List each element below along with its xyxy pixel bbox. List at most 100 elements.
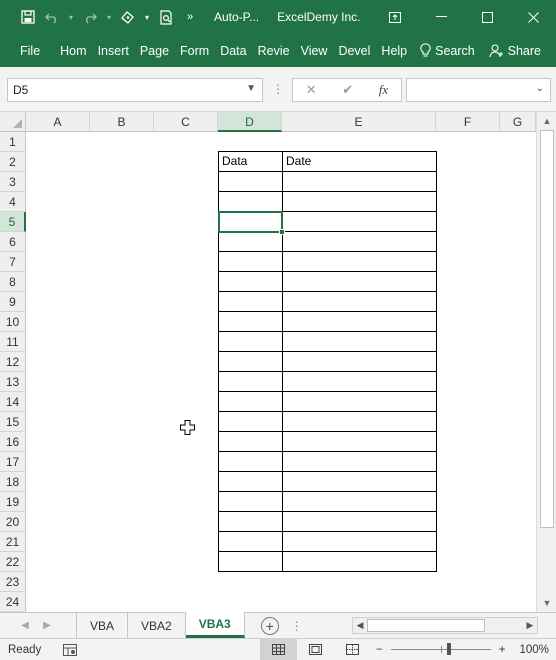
row-header-2[interactable]: 2: [0, 152, 26, 172]
minimize-icon[interactable]: [418, 0, 464, 34]
row-header-10[interactable]: 10: [0, 312, 26, 332]
column-header-a[interactable]: A: [26, 112, 90, 132]
table-cell-e11[interactable]: [282, 331, 437, 352]
table-cell-e17[interactable]: [282, 451, 437, 472]
search-button[interactable]: Search: [415, 34, 481, 67]
tab-page-layout[interactable]: Page: [135, 34, 175, 67]
table-cell-e19[interactable]: [282, 491, 437, 512]
page-layout-view-icon[interactable]: [297, 639, 334, 660]
row-header-1[interactable]: 1: [0, 132, 26, 152]
row-header-19[interactable]: 19: [0, 492, 26, 512]
table-cell-e13[interactable]: [282, 371, 437, 392]
table-cell-e5[interactable]: [282, 211, 437, 232]
expand-formula-bar-icon[interactable]: ⌄: [536, 83, 544, 94]
row-header-15[interactable]: 15: [0, 412, 26, 432]
table-cell-e18[interactable]: [282, 471, 437, 492]
add-sheet-icon[interactable]: +: [260, 616, 279, 635]
macro-recording-icon[interactable]: [63, 643, 78, 656]
redo-icon[interactable]: [80, 6, 100, 28]
row-header-20[interactable]: 20: [0, 512, 26, 532]
scroll-down-icon[interactable]: ▼: [541, 597, 553, 609]
table-cell-d6[interactable]: [218, 231, 283, 252]
row-header-18[interactable]: 18: [0, 472, 26, 492]
table-cell-e9[interactable]: [282, 291, 437, 312]
sheet-tab-vba3[interactable]: VBA3: [185, 612, 245, 638]
table-cell-d4[interactable]: [218, 191, 283, 212]
table-cell-e22[interactable]: [282, 551, 437, 572]
enter-icon[interactable]: ✔: [342, 82, 353, 98]
page-break-preview-icon[interactable]: [334, 639, 371, 660]
name-box[interactable]: D5 ▼: [7, 78, 263, 102]
chevron-down-icon[interactable]: ▼: [246, 83, 256, 94]
table-cell-e8[interactable]: [282, 271, 437, 292]
table-cell-e10[interactable]: [282, 311, 437, 332]
vertical-scroll-thumb[interactable]: [540, 130, 554, 528]
redo-dropdown-icon[interactable]: ▾: [104, 6, 114, 28]
sheet-tab-vba[interactable]: VBA: [76, 613, 129, 638]
fill-handle[interactable]: [279, 229, 285, 235]
table-cell-d12[interactable]: [218, 351, 283, 372]
tab-home[interactable]: Hom: [55, 34, 92, 67]
column-header-e[interactable]: E: [282, 112, 436, 132]
column-header-f[interactable]: F: [436, 112, 500, 132]
active-cell-d5[interactable]: [218, 211, 285, 235]
table-cell-d9[interactable]: [218, 291, 283, 312]
next-sheet-icon[interactable]: ▶: [36, 620, 58, 631]
table-cell-d14[interactable]: [218, 391, 283, 412]
formula-input[interactable]: ⌄: [406, 78, 551, 102]
table-header-date[interactable]: Date: [282, 151, 437, 172]
table-cell-e12[interactable]: [282, 351, 437, 372]
prev-sheet-icon[interactable]: ◀: [14, 620, 36, 631]
row-header-22[interactable]: 22: [0, 552, 26, 572]
column-header-g[interactable]: G: [500, 112, 536, 132]
table-cell-e4[interactable]: [282, 191, 437, 212]
column-header-c[interactable]: C: [154, 112, 218, 132]
zoom-in-icon[interactable]: +: [499, 644, 506, 656]
tab-review[interactable]: Revie: [253, 34, 296, 67]
share-button[interactable]: Share: [484, 34, 556, 67]
table-header-data[interactable]: Data: [218, 151, 283, 172]
undo-icon[interactable]: [42, 6, 62, 28]
close-icon[interactable]: [510, 0, 556, 34]
table-cell-d19[interactable]: [218, 491, 283, 512]
normal-view-icon[interactable]: [260, 639, 297, 660]
column-header-d[interactable]: D: [218, 112, 282, 132]
cancel-icon[interactable]: ✕: [306, 82, 317, 98]
row-header-12[interactable]: 12: [0, 352, 26, 372]
worksheet-grid[interactable]: A B C D E F G 1 2 3 4 5 6 7 8 9 10 11 12 13 14 15 16 17 1…: [0, 112, 556, 612]
table-cell-e21[interactable]: [282, 531, 437, 552]
insert-function-icon[interactable]: fx: [379, 82, 388, 98]
table-cell-d21[interactable]: [218, 531, 283, 552]
table-cell-e7[interactable]: [282, 251, 437, 272]
ribbon-display-options-icon[interactable]: [372, 0, 418, 34]
table-cell-e20[interactable]: [282, 511, 437, 532]
tab-developer[interactable]: Devel: [333, 34, 376, 67]
table-cell-d22[interactable]: [218, 551, 283, 572]
column-header-b[interactable]: B: [90, 112, 154, 132]
scroll-up-icon[interactable]: ▲: [541, 115, 553, 127]
row-header-3[interactable]: 3: [0, 172, 26, 192]
zoom-level[interactable]: 100%: [519, 644, 548, 656]
tab-data[interactable]: Data: [215, 34, 252, 67]
row-header-4[interactable]: 4: [0, 192, 26, 212]
table-cell-e15[interactable]: [282, 411, 437, 432]
tab-file[interactable]: File: [0, 34, 55, 67]
row-header-14[interactable]: 14: [0, 392, 26, 412]
table-cell-d13[interactable]: [218, 371, 283, 392]
tab-view[interactable]: View: [296, 34, 334, 67]
zoom-out-icon[interactable]: −: [376, 644, 383, 656]
maximize-icon[interactable]: [464, 0, 510, 34]
table-cell-d18[interactable]: [218, 471, 283, 492]
table-cell-d16[interactable]: [218, 431, 283, 452]
table-cell-d10[interactable]: [218, 311, 283, 332]
print-preview-icon[interactable]: [156, 6, 176, 28]
row-header-21[interactable]: 21: [0, 532, 26, 552]
row-header-9[interactable]: 9: [0, 292, 26, 312]
sheet-tab-vba2[interactable]: VBA2: [128, 613, 186, 638]
row-header-5[interactable]: 5: [0, 212, 26, 232]
row-header-16[interactable]: 16: [0, 432, 26, 452]
touch-mode-icon[interactable]: [118, 6, 138, 28]
zoom-slider-knob[interactable]: [446, 643, 451, 655]
table-cell-d20[interactable]: [218, 511, 283, 532]
save-icon[interactable]: [18, 6, 38, 28]
